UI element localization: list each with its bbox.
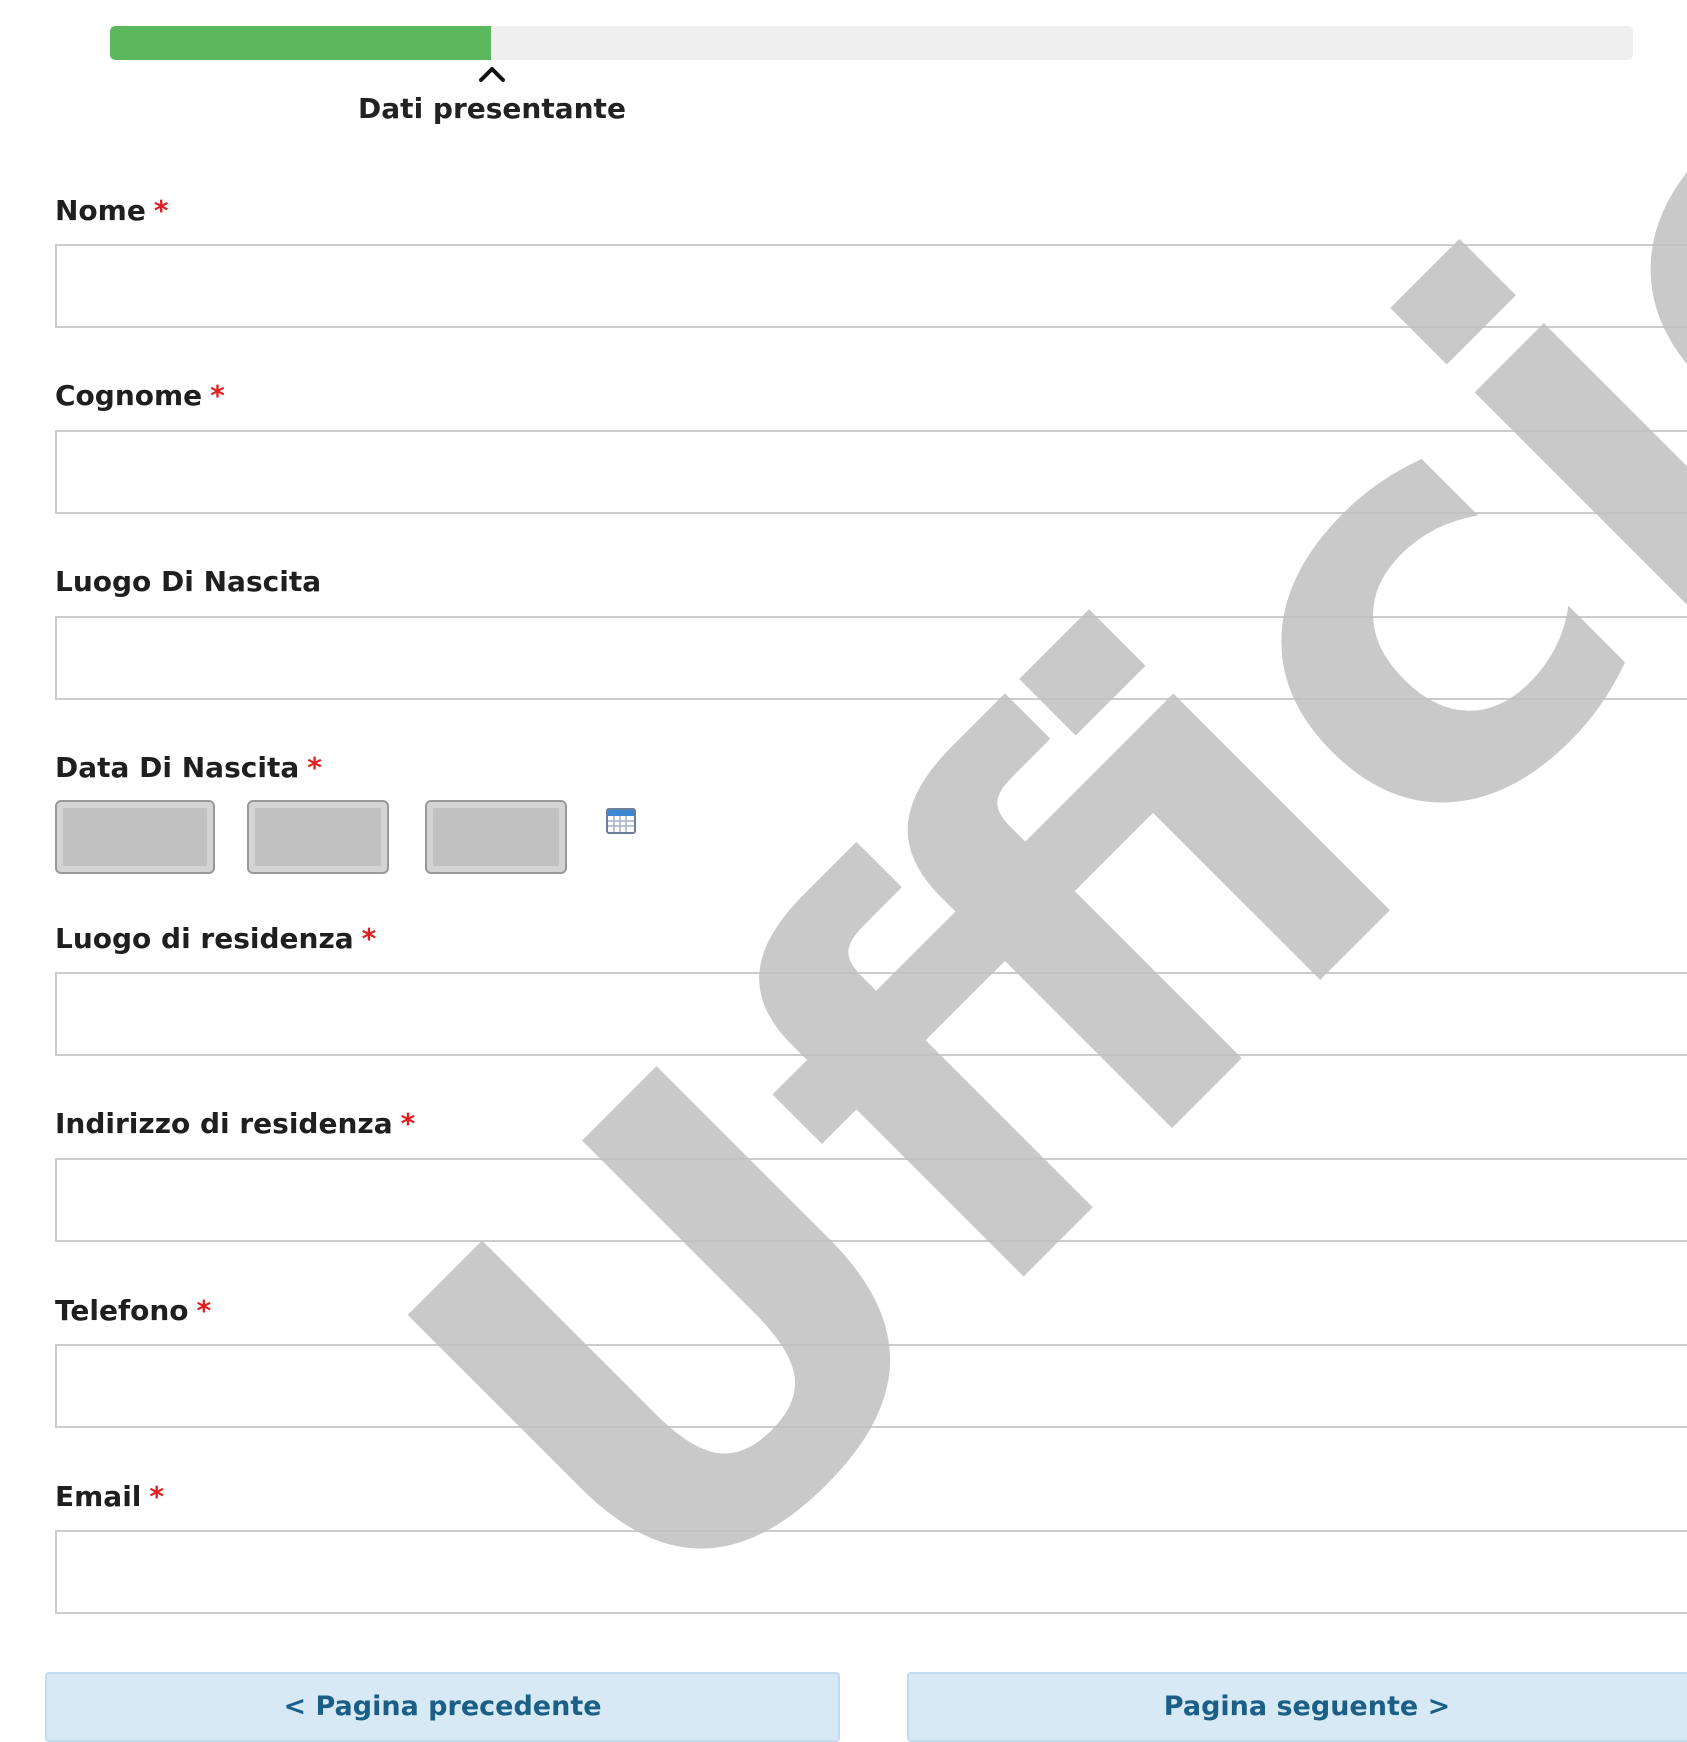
email-input[interactable] — [55, 1530, 1687, 1614]
birth-month-select[interactable] — [247, 800, 389, 874]
data-nascita-label: Data Di Nascita * — [55, 751, 322, 784]
previous-page-button[interactable]: < Pagina precedente — [45, 1672, 840, 1742]
email-label: Email * — [55, 1480, 165, 1513]
luogo-nascita-label: Luogo Di Nascita — [55, 565, 322, 598]
luogo-residenza-input[interactable] — [55, 972, 1687, 1056]
next-page-button[interactable]: Pagina seguente > — [907, 1672, 1687, 1742]
required-marker: * — [307, 751, 322, 784]
cognome-label: Cognome * — [55, 379, 225, 412]
birth-day-select[interactable] — [55, 800, 215, 874]
required-marker: * — [153, 194, 169, 227]
required-marker: * — [210, 379, 225, 412]
nome-label: Nome * — [55, 194, 169, 227]
cognome-input[interactable] — [55, 430, 1687, 514]
nome-input[interactable] — [55, 244, 1687, 328]
required-marker: * — [196, 1294, 212, 1327]
birth-year-select[interactable] — [425, 800, 567, 874]
required-marker: * — [149, 1480, 165, 1513]
telefono-input[interactable] — [55, 1344, 1687, 1428]
indirizzo-residenza-label: Indirizzo di residenza * — [55, 1107, 416, 1140]
progress-bar-fill — [110, 26, 491, 60]
calendar-icon[interactable] — [606, 808, 636, 834]
luogo-residenza-label: Luogo di residenza * — [55, 922, 377, 955]
telefono-label: Telefono * — [55, 1294, 212, 1327]
luogo-nascita-input[interactable] — [55, 616, 1687, 700]
progress-bar — [110, 26, 1633, 60]
indirizzo-residenza-input[interactable] — [55, 1158, 1687, 1242]
required-marker: * — [361, 922, 377, 955]
progress-step-label: Dati presentante — [358, 92, 626, 125]
required-marker: * — [400, 1107, 416, 1140]
caret-up-icon — [479, 67, 505, 82]
